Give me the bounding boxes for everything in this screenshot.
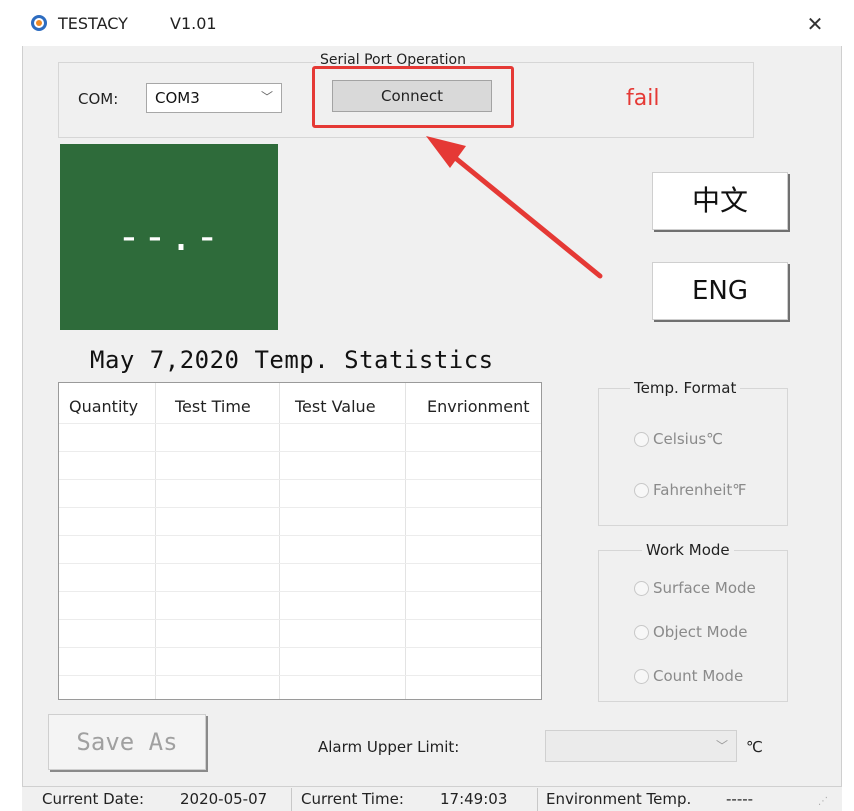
row-divider bbox=[59, 451, 541, 452]
column-header-quantity[interactable]: Quantity bbox=[69, 397, 138, 416]
radio-circle-icon bbox=[634, 668, 649, 684]
row-divider bbox=[59, 479, 541, 480]
fahrenheit-radio-label: Fahrenheit℉ bbox=[653, 481, 747, 499]
radio-circle-icon bbox=[634, 580, 649, 596]
temp-format-group bbox=[598, 388, 788, 526]
app-title: TESTACY bbox=[58, 14, 128, 33]
row-divider bbox=[59, 563, 541, 564]
com-label: COM: bbox=[78, 90, 119, 108]
row-divider bbox=[59, 591, 541, 592]
resize-grip-icon[interactable]: ⋰ bbox=[818, 796, 828, 807]
fahrenheit-radio[interactable]: Fahrenheit℉ bbox=[634, 481, 747, 499]
row-divider bbox=[59, 507, 541, 508]
title-bar bbox=[22, 0, 842, 46]
status-separator bbox=[537, 788, 538, 811]
close-button[interactable]: ✕ bbox=[800, 10, 830, 38]
status-separator bbox=[291, 788, 292, 811]
app-version: V1.01 bbox=[170, 14, 217, 33]
alarm-upper-limit-select[interactable]: ﹀ bbox=[545, 730, 737, 762]
app-logo-icon bbox=[31, 15, 47, 31]
com-port-select[interactable]: COM3 ﹀ bbox=[146, 83, 282, 113]
statistics-table[interactable]: Quantity Test Time Test Value Envrionmen… bbox=[58, 382, 542, 700]
radio-circle-icon bbox=[634, 431, 649, 447]
environment-temp-label: Environment Temp. bbox=[546, 790, 692, 808]
statistics-title: May 7,2020 Temp. Statistics bbox=[90, 346, 494, 374]
radio-circle-icon bbox=[634, 482, 649, 498]
row-divider bbox=[59, 647, 541, 648]
annotation-highlight-box bbox=[312, 66, 514, 128]
work-mode-title: Work Mode bbox=[642, 541, 734, 559]
connection-status-text: fail bbox=[626, 86, 660, 111]
object-mode-label: Object Mode bbox=[653, 623, 748, 641]
com-port-value: COM3 bbox=[155, 89, 200, 107]
environment-temp-value: ----- bbox=[726, 790, 754, 808]
current-time-value: 17:49:03 bbox=[440, 790, 508, 808]
row-divider bbox=[59, 423, 541, 424]
count-mode-label: Count Mode bbox=[653, 667, 744, 685]
temperature-display: --.- bbox=[60, 144, 278, 330]
row-divider bbox=[59, 619, 541, 620]
column-divider bbox=[405, 383, 406, 699]
chevron-down-icon: ﹀ bbox=[715, 739, 728, 753]
column-header-test-value[interactable]: Test Value bbox=[295, 397, 376, 416]
radio-circle-icon bbox=[634, 624, 649, 640]
temp-format-title: Temp. Format bbox=[630, 379, 741, 397]
status-bar bbox=[22, 786, 842, 811]
celsius-radio[interactable]: Celsius℃ bbox=[634, 430, 723, 448]
row-divider bbox=[59, 535, 541, 536]
surface-mode-radio[interactable]: Surface Mode bbox=[634, 579, 756, 597]
row-divider bbox=[59, 675, 541, 676]
chinese-language-button[interactable]: 中文 bbox=[652, 172, 788, 230]
english-language-button[interactable]: ENG bbox=[652, 262, 788, 320]
column-divider bbox=[155, 383, 156, 699]
column-divider bbox=[279, 383, 280, 699]
celsius-radio-label: Celsius℃ bbox=[653, 430, 724, 448]
alarm-unit-label: ℃ bbox=[746, 738, 763, 756]
column-header-environment[interactable]: Envrionment bbox=[427, 397, 530, 416]
save-as-button[interactable]: Save As bbox=[48, 714, 206, 770]
current-time-label: Current Time: bbox=[301, 790, 404, 808]
object-mode-radio[interactable]: Object Mode bbox=[634, 623, 748, 641]
alarm-upper-limit-label: Alarm Upper Limit: bbox=[318, 738, 460, 756]
chevron-down-icon: ﹀ bbox=[260, 90, 273, 104]
count-mode-radio[interactable]: Count Mode bbox=[634, 667, 743, 685]
surface-mode-label: Surface Mode bbox=[653, 579, 756, 597]
current-date-value: 2020-05-07 bbox=[180, 790, 268, 808]
current-date-label: Current Date: bbox=[42, 790, 145, 808]
column-header-test-time[interactable]: Test Time bbox=[175, 397, 251, 416]
